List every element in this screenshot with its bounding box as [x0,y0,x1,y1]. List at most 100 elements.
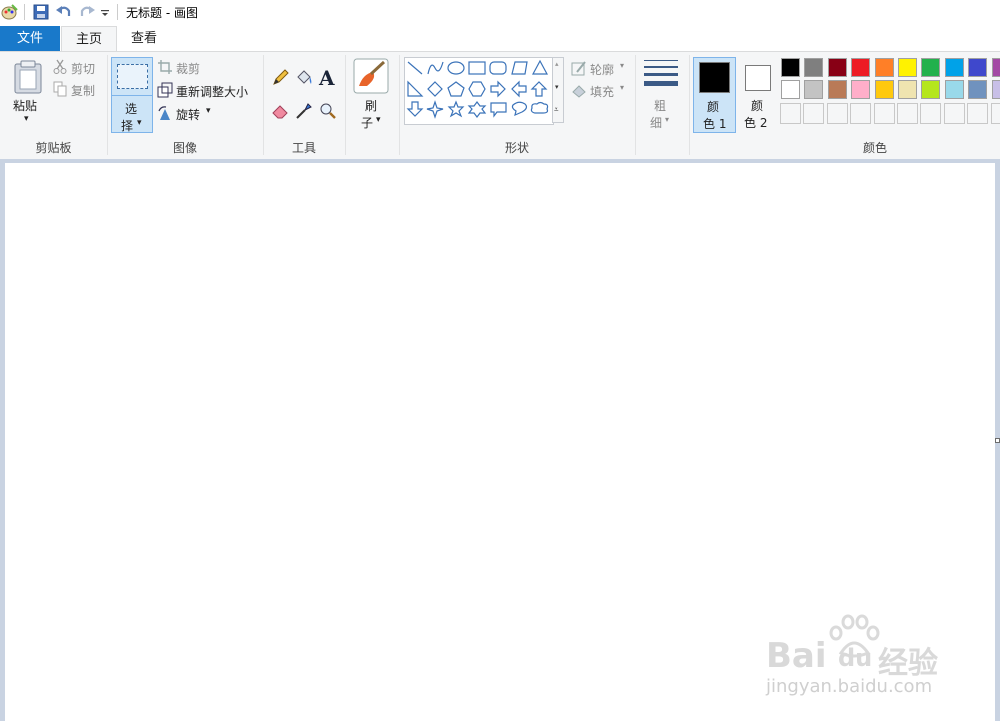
palette-custom-swatch[interactable] [780,103,801,124]
palette-color-swatch[interactable] [921,58,941,77]
customize-qat-icon[interactable] [99,3,111,21]
clipboard-group-label: 剪贴板 [35,141,72,155]
color1-label-1: 颜 [707,100,720,114]
size-label-2: 细 [650,116,663,130]
title-bar: 无标题 - 画图 [0,0,1000,24]
hexagon-shape-icon [468,81,486,97]
qat-divider [24,4,25,20]
palette-color-swatch[interactable] [944,80,964,99]
pentagon-shape-icon [447,81,465,97]
palette-color-swatch[interactable] [827,58,847,77]
watermark-brand-2: du [838,644,873,672]
palette-color-swatch[interactable] [991,80,1000,99]
color-picker-icon[interactable] [295,102,313,120]
scroll-up-icon[interactable]: ▴ [555,60,559,68]
select-dropdown-icon: ▾ [137,118,142,128]
paste-button[interactable]: 粘贴 [13,97,37,114]
palette-color-swatch[interactable] [921,80,941,99]
color2-button[interactable]: 颜 色 2 [738,57,781,133]
rectangle-shape-icon [468,61,486,75]
undo-icon[interactable] [55,3,73,21]
brush-dropdown-icon[interactable]: ▾ [376,115,381,125]
color1-label-2: 色 1 [703,117,727,131]
expand-gallery-icon[interactable]: ⩡ [554,105,559,115]
palette-color-swatch[interactable] [898,80,917,99]
paste-dropdown-icon[interactable]: ▾ [24,114,29,124]
color1-swatch [699,62,730,93]
select-button[interactable]: 选 择 ▾ [111,57,153,133]
rotate-dropdown-icon[interactable]: ▾ [206,106,211,116]
resize-handle-right[interactable] [995,438,1000,443]
select-icon [117,64,148,89]
select-split-line [112,95,152,96]
palette-color-swatch[interactable] [968,80,988,99]
palette-color-swatch[interactable] [804,58,824,77]
crop-button[interactable]: 裁剪 [176,60,200,77]
rotate-button[interactable]: 旋转 [176,106,200,123]
rotate-icon [158,106,170,120]
size-dropdown-icon: ▾ [665,115,670,124]
fill-bucket-icon[interactable] [295,69,313,87]
color1-button[interactable]: 颜 色 1 [693,57,736,133]
paint-app-icon[interactable] [0,3,18,21]
palette-color-swatch[interactable] [851,58,871,77]
select-label-1: 选 [125,102,138,116]
palette-color-swatch[interactable] [781,58,800,77]
ribbon-tab-bar: 文件 主页 查看 [0,24,1000,52]
palette-color-swatch[interactable] [851,80,871,99]
fill-button[interactable]: 填充 [590,83,614,100]
palette-color-swatch[interactable] [991,58,1000,77]
palette-custom-swatch[interactable] [920,103,942,124]
palette-color-swatch[interactable] [874,58,894,77]
resize-icon [157,82,173,98]
palette-custom-swatch[interactable] [897,103,918,124]
save-icon[interactable] [32,3,50,21]
palette-custom-swatch[interactable] [803,103,825,124]
shapes-gallery-icons [406,59,549,119]
palette-color-swatch[interactable] [804,80,824,99]
scroll-down-icon[interactable]: ▾ [555,83,559,91]
outline-dropdown-icon[interactable]: ▾ [620,61,624,70]
outline-button[interactable]: 轮廓 [590,61,614,78]
palette-custom-swatch[interactable] [873,103,895,124]
title-divider [117,4,118,20]
pencil-icon[interactable] [271,69,289,87]
palette-custom-swatch[interactable] [990,103,1000,124]
brush-label-2: 子 [361,116,374,130]
palette-color-swatch[interactable] [898,58,917,77]
triangle-shape-icon [531,59,549,75]
palette-custom-swatch[interactable] [826,103,848,124]
redo-icon[interactable] [78,3,96,21]
brush-icon[interactable] [353,58,389,94]
cut-button[interactable]: 剪切 [71,60,95,77]
palette-custom-swatch[interactable] [850,103,872,124]
cut-icon [53,59,67,74]
cloud-callout-shape-icon [530,101,549,114]
colors-group-label: 颜色 [862,141,887,155]
text-icon[interactable]: A [319,66,335,90]
palette-custom-swatch[interactable] [967,103,989,124]
resize-button[interactable]: 重新调整大小 [176,83,248,100]
tab-file[interactable]: 文件 [0,26,60,51]
palette-color-swatch[interactable] [874,80,894,99]
crop-icon [158,60,172,74]
color2-swatch [745,65,771,91]
magnifier-icon[interactable] [319,102,337,120]
watermark-url: jingyan.baidu.com [766,676,933,697]
copy-button[interactable]: 复制 [71,82,95,99]
right-triangle-shape-icon [407,80,424,97]
palette-color-swatch[interactable] [968,58,988,77]
fill-dropdown-icon[interactable]: ▾ [620,83,624,92]
shapes-scrollbar[interactable]: ▴ ▾ ⩡ [552,57,564,123]
paste-icon[interactable] [12,59,44,95]
tab-home[interactable]: 主页 [61,26,117,52]
fill-icon [572,85,586,98]
eraser-icon[interactable] [271,102,289,120]
palette-color-swatch[interactable] [827,80,847,99]
rounded-rectangle-shape-icon [489,61,507,75]
tab-view[interactable]: 查看 [118,26,170,51]
palette-custom-swatch[interactable] [943,103,965,124]
palette-color-swatch[interactable] [944,58,964,77]
palette-color-swatch[interactable] [781,80,800,99]
tools-group-label: 工具 [291,141,316,155]
